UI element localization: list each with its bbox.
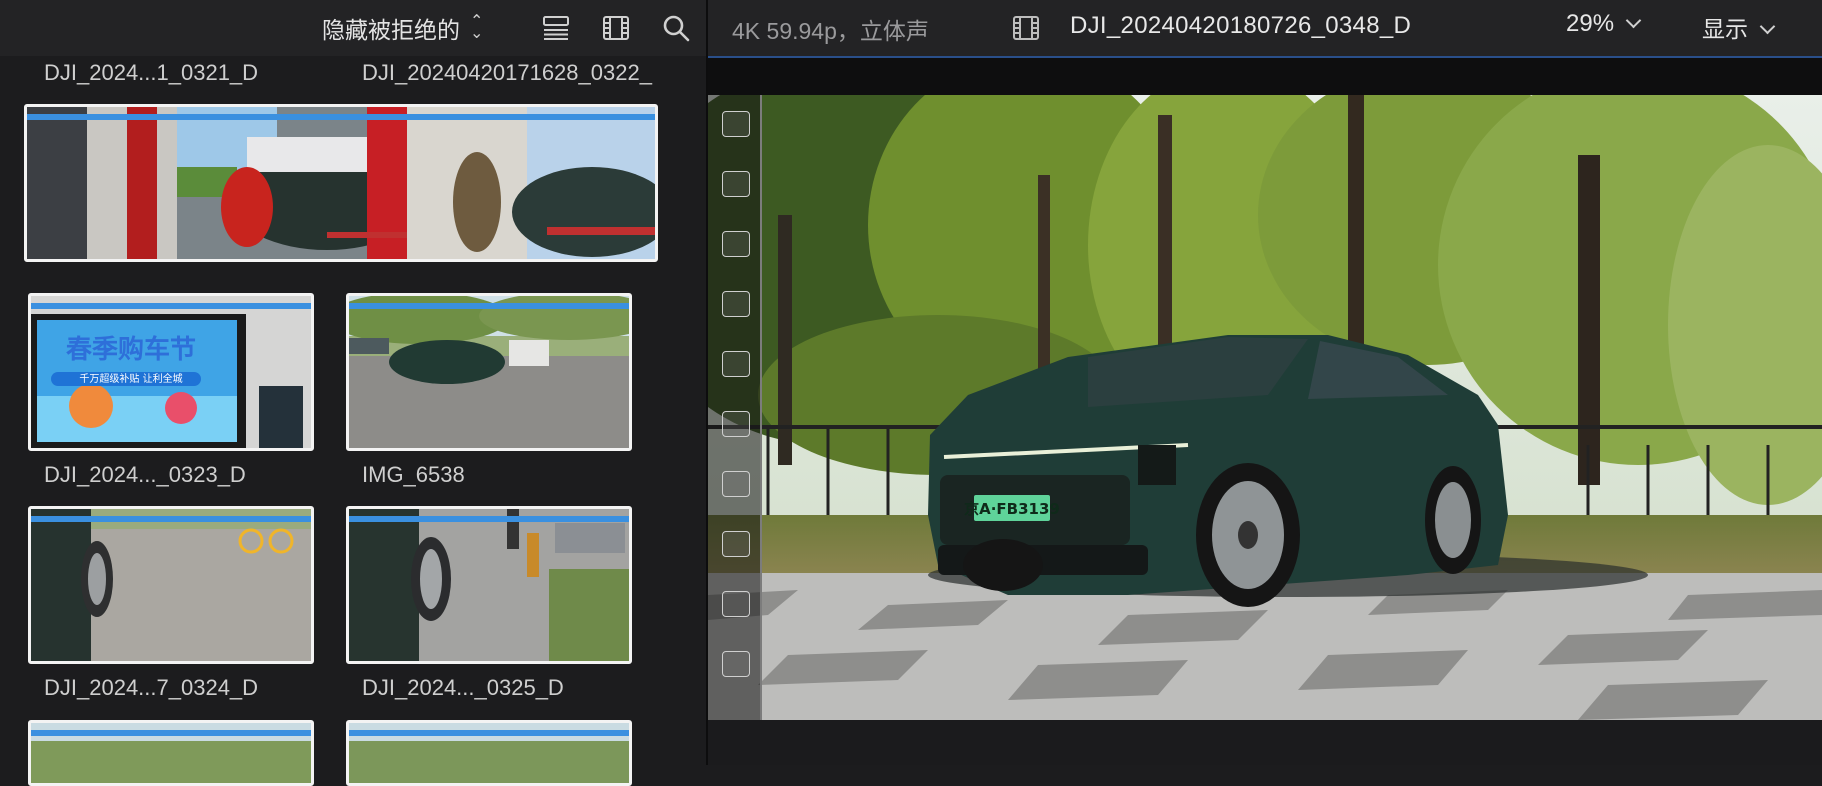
display-dropdown[interactable]: 显示 — [1702, 10, 1776, 44]
thumbnail-image — [349, 509, 629, 661]
viewer-panel[interactable]: 京A·FB3139 — [708, 58, 1822, 765]
selected-clip-filmstrip[interactable] — [24, 104, 658, 262]
thumbnail-image — [31, 509, 311, 661]
favorite-range-bar — [31, 516, 311, 522]
sprocket-hole — [722, 111, 750, 137]
thumbnail-image: 春季购车节 千万超级补贴 让利全城 — [31, 296, 311, 448]
poster-subtitle: 千万超级补贴 让利全城 — [79, 372, 182, 385]
filmstrip-sprocket-edge — [708, 95, 762, 720]
viewer-bottom-bar — [708, 720, 1822, 765]
favorite-range-bar — [31, 303, 311, 309]
favorite-range-bar — [27, 114, 655, 120]
clip-label: DJI_2024..._0323_D — [44, 462, 246, 487]
event-browser: DJI_2024...1_0321_D DJI_20240420171628_0… — [0, 58, 706, 786]
film-icon — [1013, 16, 1039, 40]
zoom-dropdown[interactable]: 29% — [1566, 10, 1642, 38]
zoom-value: 29% — [1566, 10, 1615, 37]
sprocket-hole — [722, 591, 750, 617]
sprocket-hole — [722, 171, 750, 197]
sort-arrows-icon: ⌃ ⌄ — [470, 13, 484, 42]
clip-label: DJI_20240420171628_0322_ — [362, 60, 652, 85]
license-plate-text: 京A·FB3139 — [964, 500, 1060, 518]
sprocket-hole — [722, 291, 750, 317]
sprocket-hole — [722, 651, 750, 677]
sprocket-hole — [722, 411, 750, 437]
clip-label: DJI_2024...1_0321_D — [44, 60, 259, 85]
browser-header: 隐藏被拒绝的 ⌃ ⌄ — [0, 0, 706, 56]
clip-thumbnail[interactable] — [346, 293, 632, 451]
chevron-down-icon — [1625, 12, 1642, 29]
favorite-range-bar — [349, 516, 629, 522]
sprocket-hole — [722, 531, 750, 557]
list-view-icon[interactable] — [541, 13, 571, 43]
thumbnail-image — [349, 296, 629, 448]
clip-thumbnail[interactable] — [346, 720, 632, 786]
favorite-range-bar — [31, 730, 311, 736]
favorite-range-bar — [349, 730, 629, 736]
clip-thumbnail[interactable] — [28, 720, 314, 786]
sprocket-hole — [722, 231, 750, 257]
filmstrip-view-icon[interactable] — [601, 13, 631, 43]
video-frame: 京A·FB3139 — [708, 95, 1822, 720]
clip-thumbnail[interactable] — [28, 506, 314, 664]
viewer-header: 4K 59.94p，立体声 DJI_20240420180726_0348_D … — [708, 0, 1822, 56]
clip-label: DJI_2024...7_0324_D — [44, 675, 259, 700]
search-icon[interactable] — [661, 13, 691, 43]
favorite-range-bar — [349, 303, 629, 309]
clip-label: DJI_2024..._0325_D — [362, 675, 564, 700]
display-label: 显示 — [1702, 16, 1748, 42]
chevron-down-icon — [1759, 18, 1776, 35]
poster-title: 春季购车节 — [66, 334, 196, 365]
toolbar: 隐藏被拒绝的 ⌃ ⌄ 4K 59.94p，立体声 DJI_20240420180… — [0, 0, 1822, 765]
format-info: 4K 59.94p，立体声 — [732, 18, 929, 44]
viewer-clip-name: DJI_20240420180726_0348_D — [1070, 12, 1412, 39]
clip-thumbnail[interactable] — [346, 506, 632, 664]
filter-dropdown[interactable]: 隐藏被拒绝的 ⌃ ⌄ — [322, 10, 483, 46]
filmstrip-frames — [27, 107, 655, 259]
sprocket-hole — [722, 351, 750, 377]
sprocket-hole — [722, 471, 750, 497]
filter-label: 隐藏被拒绝的 — [322, 17, 460, 43]
clip-thumbnail[interactable]: 春季购车节 千万超级补贴 让利全城 — [28, 293, 314, 451]
clip-label: IMG_6538 — [362, 462, 465, 487]
